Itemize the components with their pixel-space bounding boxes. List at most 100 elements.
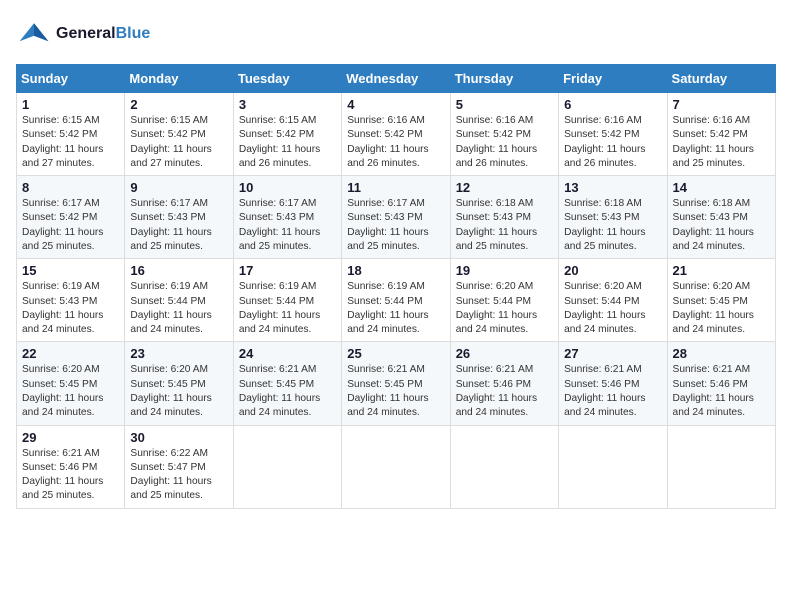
day-number: 2: [130, 97, 227, 112]
calendar-cell: 6 Sunrise: 6:16 AM Sunset: 5:42 PM Daylig…: [559, 93, 667, 176]
calendar-cell: 5 Sunrise: 6:16 AM Sunset: 5:42 PM Daylig…: [450, 93, 558, 176]
day-number: 7: [673, 97, 770, 112]
day-number: 8: [22, 180, 119, 195]
day-info: Sunrise: 6:20 AM Sunset: 5:44 PM Dayligh…: [456, 280, 553, 337]
day-info: Sunrise: 6:17 AM Sunset: 5:42 PM Dayligh…: [22, 197, 119, 254]
calendar-cell: 29 Sunrise: 6:21 AM Sunset: 5:46 PM Dayli…: [17, 425, 125, 508]
day-info: Sunrise: 6:22 AM Sunset: 5:47 PM Dayligh…: [130, 447, 227, 504]
calendar-cell: 21 Sunrise: 6:20 AM Sunset: 5:45 PM Dayli…: [667, 259, 775, 342]
day-number: 9: [130, 180, 227, 195]
day-number: 1: [22, 97, 119, 112]
day-info: Sunrise: 6:21 AM Sunset: 5:45 PM Dayligh…: [347, 363, 444, 420]
day-number: 15: [22, 263, 119, 278]
calendar-header-sunday: Sunday: [17, 65, 125, 93]
day-number: 13: [564, 180, 661, 195]
day-number: 10: [239, 180, 336, 195]
day-info: Sunrise: 6:21 AM Sunset: 5:46 PM Dayligh…: [564, 363, 661, 420]
day-info: Sunrise: 6:18 AM Sunset: 5:43 PM Dayligh…: [564, 197, 661, 254]
calendar-cell: [559, 425, 667, 508]
calendar-cell: [342, 425, 450, 508]
day-info: Sunrise: 6:16 AM Sunset: 5:42 PM Dayligh…: [456, 114, 553, 171]
calendar-cell: 19 Sunrise: 6:20 AM Sunset: 5:44 PM Dayli…: [450, 259, 558, 342]
day-number: 17: [239, 263, 336, 278]
day-number: 23: [130, 346, 227, 361]
calendar-week-4: 22 Sunrise: 6:20 AM Sunset: 5:45 PM Dayli…: [17, 342, 776, 425]
calendar-header-row: SundayMondayTuesdayWednesdayThursdayFrid…: [17, 65, 776, 93]
day-info: Sunrise: 6:18 AM Sunset: 5:43 PM Dayligh…: [456, 197, 553, 254]
calendar-cell: 17 Sunrise: 6:19 AM Sunset: 5:44 PM Dayli…: [233, 259, 341, 342]
calendar-cell: 27 Sunrise: 6:21 AM Sunset: 5:46 PM Dayli…: [559, 342, 667, 425]
calendar-week-5: 29 Sunrise: 6:21 AM Sunset: 5:46 PM Dayli…: [17, 425, 776, 508]
day-number: 19: [456, 263, 553, 278]
day-info: Sunrise: 6:17 AM Sunset: 5:43 PM Dayligh…: [347, 197, 444, 254]
day-number: 20: [564, 263, 661, 278]
day-number: 27: [564, 346, 661, 361]
day-info: Sunrise: 6:20 AM Sunset: 5:45 PM Dayligh…: [22, 363, 119, 420]
calendar-cell: 13 Sunrise: 6:18 AM Sunset: 5:43 PM Dayli…: [559, 176, 667, 259]
day-info: Sunrise: 6:16 AM Sunset: 5:42 PM Dayligh…: [347, 114, 444, 171]
day-info: Sunrise: 6:17 AM Sunset: 5:43 PM Dayligh…: [239, 197, 336, 254]
calendar-cell: 11 Sunrise: 6:17 AM Sunset: 5:43 PM Dayli…: [342, 176, 450, 259]
day-info: Sunrise: 6:15 AM Sunset: 5:42 PM Dayligh…: [239, 114, 336, 171]
day-info: Sunrise: 6:19 AM Sunset: 5:44 PM Dayligh…: [347, 280, 444, 337]
day-info: Sunrise: 6:20 AM Sunset: 5:45 PM Dayligh…: [673, 280, 770, 337]
calendar-cell: 2 Sunrise: 6:15 AM Sunset: 5:42 PM Daylig…: [125, 93, 233, 176]
calendar-cell: [233, 425, 341, 508]
calendar-cell: 3Sunrise: 6:15 AM Sunset: 5:42 PM Daylig…: [233, 93, 341, 176]
day-number: 24: [239, 346, 336, 361]
calendar-week-3: 15 Sunrise: 6:19 AM Sunset: 5:43 PM Dayli…: [17, 259, 776, 342]
calendar-cell: [667, 425, 775, 508]
calendar-cell: 1 Sunrise: 6:15 AM Sunset: 5:42 PM Daylig…: [17, 93, 125, 176]
day-info: Sunrise: 6:19 AM Sunset: 5:44 PM Dayligh…: [239, 280, 336, 337]
header: GeneralBlue: [16, 16, 776, 52]
calendar-cell: 8 Sunrise: 6:17 AM Sunset: 5:42 PM Daylig…: [17, 176, 125, 259]
calendar-cell: 18 Sunrise: 6:19 AM Sunset: 5:44 PM Dayli…: [342, 259, 450, 342]
day-number: 26: [456, 346, 553, 361]
day-info: Sunrise: 6:20 AM Sunset: 5:45 PM Dayligh…: [130, 363, 227, 420]
calendar-cell: 10 Sunrise: 6:17 AM Sunset: 5:43 PM Dayli…: [233, 176, 341, 259]
logo: GeneralBlue: [16, 16, 150, 52]
calendar-week-2: 8 Sunrise: 6:17 AM Sunset: 5:42 PM Daylig…: [17, 176, 776, 259]
calendar-header-monday: Monday: [125, 65, 233, 93]
day-number: 12: [456, 180, 553, 195]
day-info: Sunrise: 6:21 AM Sunset: 5:46 PM Dayligh…: [456, 363, 553, 420]
day-info: Sunrise: 6:21 AM Sunset: 5:46 PM Dayligh…: [22, 447, 119, 504]
calendar-header-tuesday: Tuesday: [233, 65, 341, 93]
calendar-cell: 26 Sunrise: 6:21 AM Sunset: 5:46 PM Dayli…: [450, 342, 558, 425]
day-number: 22: [22, 346, 119, 361]
day-number: 30: [130, 430, 227, 445]
calendar-header-thursday: Thursday: [450, 65, 558, 93]
day-number: 16: [130, 263, 227, 278]
day-info: Sunrise: 6:16 AM Sunset: 5:42 PM Dayligh…: [564, 114, 661, 171]
day-number: 11: [347, 180, 444, 195]
logo-icon: [16, 16, 52, 52]
day-number: 21: [673, 263, 770, 278]
calendar-cell: 22 Sunrise: 6:20 AM Sunset: 5:45 PM Dayli…: [17, 342, 125, 425]
day-number: 25: [347, 346, 444, 361]
day-info: Sunrise: 6:21 AM Sunset: 5:45 PM Dayligh…: [239, 363, 336, 420]
day-info: Sunrise: 6:19 AM Sunset: 5:43 PM Dayligh…: [22, 280, 119, 337]
day-number: 29: [22, 430, 119, 445]
day-info: Sunrise: 6:17 AM Sunset: 5:43 PM Dayligh…: [130, 197, 227, 254]
day-info: Sunrise: 6:15 AM Sunset: 5:42 PM Dayligh…: [22, 114, 119, 171]
calendar-cell: 24 Sunrise: 6:21 AM Sunset: 5:45 PM Dayli…: [233, 342, 341, 425]
day-number: 18: [347, 263, 444, 278]
day-info: Sunrise: 6:15 AM Sunset: 5:42 PM Dayligh…: [130, 114, 227, 171]
calendar-week-1: 1 Sunrise: 6:15 AM Sunset: 5:42 PM Daylig…: [17, 93, 776, 176]
day-number: 5: [456, 97, 553, 112]
calendar: SundayMondayTuesdayWednesdayThursdayFrid…: [16, 64, 776, 509]
calendar-header-wednesday: Wednesday: [342, 65, 450, 93]
calendar-cell: 9 Sunrise: 6:17 AM Sunset: 5:43 PM Daylig…: [125, 176, 233, 259]
calendar-cell: [450, 425, 558, 508]
calendar-cell: 12 Sunrise: 6:18 AM Sunset: 5:43 PM Dayli…: [450, 176, 558, 259]
day-info: Sunrise: 6:19 AM Sunset: 5:44 PM Dayligh…: [130, 280, 227, 337]
calendar-cell: 23 Sunrise: 6:20 AM Sunset: 5:45 PM Dayli…: [125, 342, 233, 425]
day-info: Sunrise: 6:16 AM Sunset: 5:42 PM Dayligh…: [673, 114, 770, 171]
calendar-cell: 30 Sunrise: 6:22 AM Sunset: 5:47 PM Dayli…: [125, 425, 233, 508]
day-info: Sunrise: 6:21 AM Sunset: 5:46 PM Dayligh…: [673, 363, 770, 420]
day-number: 6: [564, 97, 661, 112]
calendar-cell: 28Sunrise: 6:21 AM Sunset: 5:46 PM Dayli…: [667, 342, 775, 425]
logo-text: GeneralBlue: [56, 25, 150, 43]
calendar-cell: 16 Sunrise: 6:19 AM Sunset: 5:44 PM Dayli…: [125, 259, 233, 342]
calendar-cell: 4Sunrise: 6:16 AM Sunset: 5:42 PM Daylig…: [342, 93, 450, 176]
